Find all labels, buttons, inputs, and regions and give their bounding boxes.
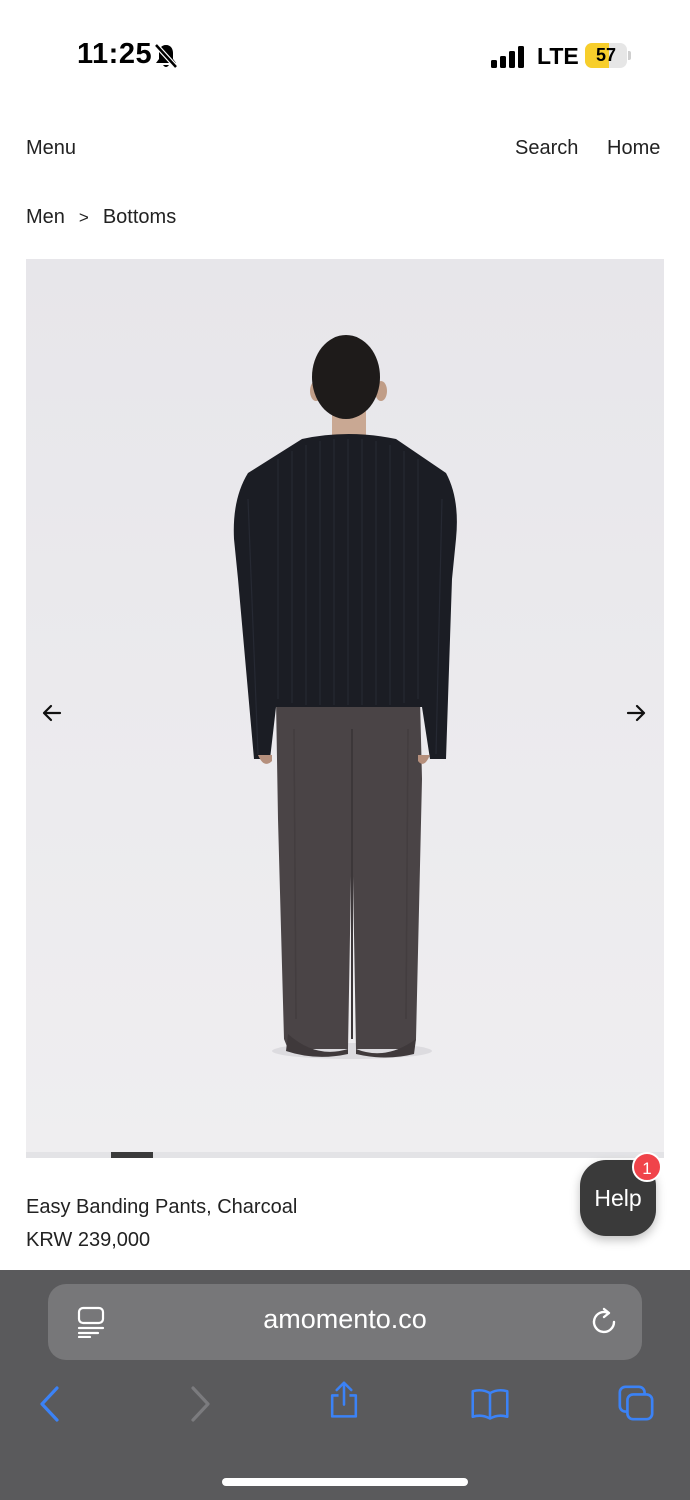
share-icon[interactable] bbox=[324, 1380, 364, 1420]
home-indicator bbox=[222, 1478, 468, 1486]
breadcrumb-item-men[interactable]: Men bbox=[26, 206, 65, 230]
status-bar: 11:25 LTE 57 bbox=[0, 0, 690, 110]
product-name: Easy Banding Pants, Charcoal bbox=[26, 1196, 298, 1218]
network-type: LTE bbox=[537, 43, 579, 69]
product-photo bbox=[233, 335, 457, 1059]
product-gallery[interactable] bbox=[26, 259, 664, 1158]
breadcrumb-separator: > bbox=[78, 208, 89, 227]
slide-indicator-active bbox=[111, 1152, 153, 1158]
signal-icon bbox=[491, 46, 524, 68]
tabs-icon[interactable] bbox=[616, 1383, 656, 1423]
bookmarks-icon[interactable] bbox=[470, 1384, 510, 1424]
arrow-left-icon[interactable] bbox=[40, 701, 64, 725]
breadcrumb-item-bottoms[interactable]: Bottoms bbox=[103, 206, 176, 230]
breadcrumb: Men > Bottoms bbox=[26, 206, 176, 230]
product-price: KRW 239,000 bbox=[26, 1229, 151, 1251]
reader-icon[interactable] bbox=[76, 1306, 106, 1338]
reload-icon[interactable] bbox=[589, 1307, 619, 1337]
arrow-right-icon[interactable] bbox=[624, 701, 648, 725]
address-url[interactable]: amomento.co bbox=[200, 1304, 490, 1335]
battery-icon: 57 bbox=[585, 43, 631, 68]
forward-icon bbox=[191, 1386, 210, 1422]
bell-muted-icon bbox=[154, 43, 178, 69]
home-link[interactable]: Home bbox=[607, 137, 660, 160]
search-link[interactable]: Search bbox=[515, 137, 578, 160]
help-notification-badge: 1 bbox=[632, 1152, 662, 1182]
menu-link[interactable]: Menu bbox=[26, 137, 76, 160]
back-icon[interactable] bbox=[30, 1384, 70, 1424]
battery-level: 57 bbox=[595, 45, 617, 65]
status-time: 11:25 bbox=[77, 38, 153, 70]
